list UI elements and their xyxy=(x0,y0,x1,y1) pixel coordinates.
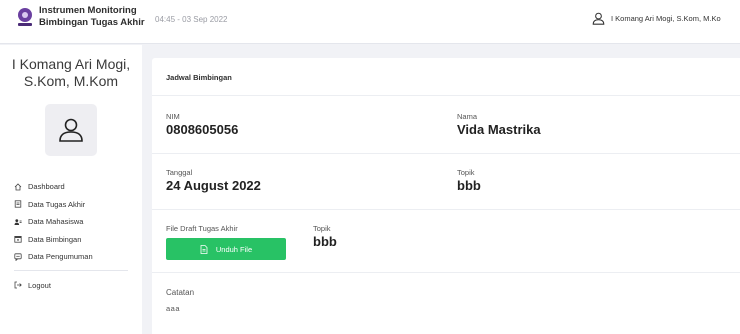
users-icon xyxy=(14,218,22,226)
app-logo-icon xyxy=(18,8,32,26)
card-header: Jadwal Bimbingan xyxy=(152,58,740,96)
tanggal-value: 24 August 2022 xyxy=(166,178,261,193)
user-menu[interactable]: I Komang Ari Mogi, S.Kom, M.Ko xyxy=(592,12,721,25)
card-title: Jadwal Bimbingan xyxy=(166,73,232,82)
calendar-icon xyxy=(14,235,22,243)
app-title-line1: Instrumen Monitoring xyxy=(39,5,137,16)
row-divider xyxy=(152,272,740,273)
topik2-value: bbb xyxy=(313,234,337,249)
menu-divider xyxy=(14,269,128,271)
nim-label: NIM xyxy=(166,112,180,121)
topik-label: Topik xyxy=(457,168,475,177)
sidebar-item-data-bimbingan[interactable]: Data Bimbingan xyxy=(0,231,142,249)
user-icon xyxy=(592,12,605,25)
sidebar-item-label: Data Mahasiswa xyxy=(28,217,84,227)
file-icon xyxy=(200,244,208,254)
sidebar-item-dashboard[interactable]: Dashboard xyxy=(0,178,142,196)
row-divider xyxy=(152,153,740,154)
announcement-icon xyxy=(14,253,22,261)
sidebar-item-label: Data Tugas Akhir xyxy=(28,199,86,209)
logout-label: Logout xyxy=(28,280,51,290)
sidebar-item-data-pengumuman[interactable]: Data Pengumuman xyxy=(0,248,142,266)
profile-name-line2: S.Kom, M.Kom xyxy=(23,73,119,89)
app-title: Instrumen Monitoring Bimbingan Tugas Akh… xyxy=(39,5,159,29)
download-file-button[interactable]: Unduh File xyxy=(166,238,286,260)
sidebar-item-label: Data Bimbingan xyxy=(28,234,82,244)
sidebar-item-label: Data Pengumuman xyxy=(28,252,93,262)
tanggal-label: Tanggal xyxy=(166,168,193,177)
avatar xyxy=(45,104,97,156)
catatan-label: Catatan xyxy=(166,288,195,297)
nim-value: 0808605056 xyxy=(166,122,239,137)
topik2-label: Topik xyxy=(313,224,331,233)
row-divider xyxy=(152,209,740,210)
sidebar-item-data-tugas-akhir[interactable]: Data Tugas Akhir xyxy=(0,196,142,214)
sidebar: I Komang Ari Mogi, S.Kom, M.Kom Dashboar… xyxy=(0,45,142,334)
logout-button[interactable]: Logout xyxy=(0,277,142,295)
logout-icon xyxy=(14,281,22,289)
profile-name: I Komang Ari Mogi, S.Kom, M.Kom xyxy=(0,56,142,90)
file-draft-label: File Draft Tugas Akhir xyxy=(166,224,238,233)
top-navbar: Instrumen Monitoring Bimbingan Tugas Akh… xyxy=(0,0,740,44)
home-icon xyxy=(14,183,22,191)
user-name: I Komang Ari Mogi, S.Kom, M.Ko xyxy=(611,14,721,23)
download-label: Unduh File xyxy=(215,244,253,254)
nama-label: Nama xyxy=(457,112,478,121)
catatan-value: aaa xyxy=(166,304,181,313)
sidebar-menu: Dashboard Data Tugas Akhir Data Mahasisw… xyxy=(0,178,142,294)
topik-value: bbb xyxy=(457,178,481,193)
avatar-user-icon xyxy=(59,118,83,142)
brand[interactable]: Instrumen Monitoring Bimbingan Tugas Akh… xyxy=(18,5,159,29)
current-datetime: 04:45 - 03 Sep 2022 xyxy=(155,15,228,24)
app-title-line2: Bimbingan Tugas Akhir xyxy=(39,17,145,28)
document-icon xyxy=(14,200,22,208)
sidebar-item-data-mahasiswa[interactable]: Data Mahasiswa xyxy=(0,213,142,231)
sidebar-item-label: Dashboard xyxy=(28,182,65,192)
jadwal-bimbingan-card: Jadwal Bimbingan NIM 0808605056 Nama Vid… xyxy=(152,58,740,334)
profile-name-line1: I Komang Ari Mogi, xyxy=(11,56,131,72)
nama-value: Vida Mastrika xyxy=(457,122,541,137)
